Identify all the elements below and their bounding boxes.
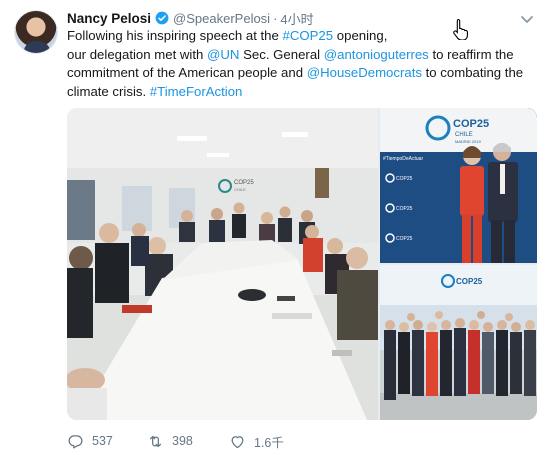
like-count: 1.6千	[254, 435, 284, 450]
photo-pelosi-guterres[interactable]: COP25 CHILE MADRID 2019 #TiempoDeActuar …	[380, 108, 537, 263]
hashtag-timeforaction-link[interactable]: #TimeForAction	[150, 84, 243, 99]
like-button[interactable]: 1.6千	[229, 432, 309, 451]
reply-icon	[68, 434, 83, 449]
author-name[interactable]: Nancy Pelosi	[67, 11, 151, 26]
mention-un-link[interactable]: @UN	[207, 47, 239, 62]
text-segment: Following his inspiring speech at the	[67, 28, 283, 43]
top-banner-hashtag: #TiempoDeActuar	[383, 156, 423, 162]
text-segment: our delegation met with	[67, 46, 208, 62]
author-handle[interactable]: @SpeakerPelosi	[173, 11, 270, 26]
timestamp[interactable]: 4小时	[280, 9, 313, 28]
photo-grid: COP25 CHILE COP25 CHILE MADRID 2019 #Tie…	[67, 108, 537, 420]
tweet-header: Nancy Pelosi @SpeakerPelosi · 4小时	[67, 9, 314, 28]
reply-count: 537	[92, 434, 113, 448]
wall-logo-subtext: CHILE	[234, 187, 246, 192]
logo-tile-text: COP25	[396, 176, 413, 182]
text-segment: to reaffirm the	[428, 46, 514, 62]
text-segment: Sec. General	[239, 46, 324, 62]
verified-badge-icon	[155, 11, 169, 25]
logo-tile-text: COP25	[396, 236, 413, 242]
tweet[interactable]: Nancy Pelosi @SpeakerPelosi · 4小时 Follow…	[0, 0, 550, 455]
mention-housedemocrats-link[interactable]: @HouseDemocrats	[307, 65, 422, 80]
photo-meeting-room[interactable]: COP25 CHILE	[67, 108, 378, 420]
wall-logo-text: COP25	[234, 180, 254, 186]
hashtag-cop25-link[interactable]: #COP25	[283, 28, 334, 43]
caret-down-icon[interactable]	[520, 12, 534, 23]
like-icon	[231, 435, 244, 448]
text-segment: opening,	[333, 28, 388, 43]
avatar[interactable]	[14, 10, 58, 54]
tweet-actions: 537 398 1.6千	[67, 432, 309, 450]
tweet-text: Following his inspiring speech at the #C…	[67, 27, 537, 101]
retweet-button[interactable]: 398	[147, 433, 229, 450]
text-segment: commitment of the American people and	[67, 65, 307, 80]
reply-button[interactable]: 537	[67, 433, 147, 450]
mention-antonioguterres-link[interactable]: @antonioguterres	[324, 47, 429, 62]
retweet-count: 398	[172, 434, 193, 448]
top-logo-subtext: CHILE	[455, 132, 473, 138]
photo-delegation-group[interactable]: COP25	[380, 265, 537, 420]
logo-tile-text: COP25	[396, 206, 413, 212]
bot-logo-text: COP25	[456, 277, 483, 286]
separator-dot: ·	[273, 10, 278, 26]
retweet-icon	[149, 435, 162, 447]
text-segment: climate crisis.	[67, 83, 150, 99]
top-logo-location: MADRID 2019	[455, 139, 482, 144]
top-logo-text: COP25	[453, 118, 489, 130]
text-segment: to combating the	[421, 65, 524, 80]
